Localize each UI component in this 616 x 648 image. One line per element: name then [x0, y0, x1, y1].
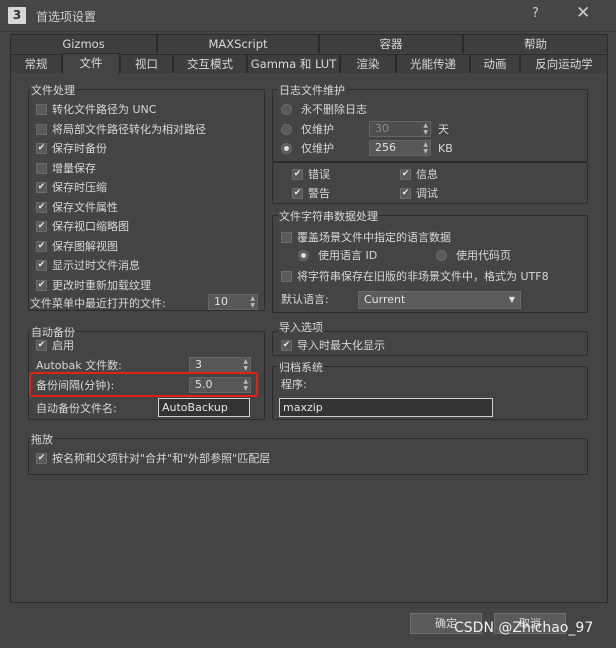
- radio-use-codepage[interactable]: 使用代码页: [436, 247, 511, 263]
- tab-radiosity[interactable]: 光能传递: [396, 54, 470, 73]
- tab-files[interactable]: 文件: [62, 53, 120, 74]
- checkbox-checked-icon[interactable]: ✔: [36, 201, 47, 213]
- option-display-old-file-message[interactable]: ✔ 显示过时文件消息: [36, 257, 140, 273]
- option-save-utf8[interactable]: 将字符串保存在旧版的非场景文件中，格式为 UTF8: [281, 268, 549, 284]
- checkbox-checked-icon[interactable]: ✔: [36, 279, 47, 291]
- checkbox-icon[interactable]: [281, 270, 292, 282]
- option-log-errors[interactable]: ✔ 错误: [292, 166, 330, 182]
- tab-viewports[interactable]: 视口: [120, 54, 173, 73]
- spinner-arrows-icon[interactable]: ▲ ▼: [423, 122, 428, 136]
- checkbox-checked-icon[interactable]: ✔: [36, 240, 47, 252]
- keep-days-spinner[interactable]: 30 ▲ ▼: [369, 121, 431, 137]
- close-button[interactable]: ✕: [576, 3, 590, 23]
- checkbox-icon[interactable]: [281, 231, 292, 243]
- tab-animation[interactable]: 动画: [470, 54, 520, 73]
- option-override-language[interactable]: 覆盖场景文件中指定的语言数据: [281, 229, 451, 245]
- recent-files-spinner[interactable]: 10 ▲ ▼: [208, 294, 258, 310]
- radio-icon[interactable]: [281, 103, 292, 115]
- tab-gizmos[interactable]: Gizmos: [10, 34, 157, 53]
- keep-size-spinner[interactable]: 256 ▲ ▼: [369, 140, 431, 156]
- window-title: 首选项设置: [36, 10, 97, 24]
- checkbox-checked-icon[interactable]: ✔: [400, 168, 411, 180]
- default-language-dropdown[interactable]: Current ▼: [358, 291, 521, 309]
- log-label: 日志文件维护: [278, 82, 346, 98]
- file-handling-label: 文件处理: [30, 82, 76, 98]
- autobackup-filename-input[interactable]: AutoBackup: [158, 398, 250, 417]
- checkbox-checked-icon[interactable]: ✔: [281, 339, 292, 351]
- option-log-info[interactable]: ✔ 信息: [400, 166, 438, 182]
- string-data-label: 文件字符串数据处理: [278, 208, 379, 224]
- spinner-arrows-icon[interactable]: ▲ ▼: [423, 141, 428, 155]
- checkbox-checked-icon[interactable]: ✔: [36, 181, 47, 193]
- radio-keep-size[interactable]: 仅维护: [281, 140, 334, 156]
- radio-icon[interactable]: [436, 249, 447, 261]
- help-button[interactable]: ?: [532, 6, 539, 21]
- checkbox-checked-icon[interactable]: ✔: [36, 452, 47, 464]
- keep-size-unit: KB: [438, 141, 453, 155]
- watermark: CSDN @Zhichao_97: [454, 620, 594, 636]
- checkbox-checked-icon[interactable]: ✔: [292, 187, 303, 199]
- tab-maxscript[interactable]: MAXScript: [157, 34, 319, 53]
- radio-selected-icon[interactable]: [281, 142, 292, 154]
- spinner-arrows-icon[interactable]: ▲ ▼: [250, 295, 255, 309]
- tab-inverse-kinematics[interactable]: 反向运动学: [520, 54, 608, 73]
- radio-icon[interactable]: [281, 123, 292, 135]
- option-log-debug[interactable]: ✔ 调试: [400, 185, 438, 201]
- highlight-box: [29, 372, 258, 397]
- radio-selected-icon[interactable]: [298, 249, 309, 261]
- import-label: 导入选项: [278, 319, 324, 335]
- option-convert-unc[interactable]: 转化文件路径为 UNC: [36, 101, 156, 117]
- tab-container[interactable]: 容器: [319, 34, 463, 53]
- autobackup-filename-label: 自动备份文件名:: [36, 402, 117, 415]
- app-icon: 3: [8, 7, 26, 24]
- option-compress-on-save[interactable]: ✔ 保存时压缩: [36, 179, 107, 195]
- tab-gamma-lut[interactable]: Gamma 和 LUT: [247, 54, 340, 73]
- checkbox-checked-icon[interactable]: ✔: [36, 220, 47, 232]
- default-language-label: 默认语言:: [281, 293, 329, 306]
- radio-keep-days[interactable]: 仅维护: [281, 121, 334, 137]
- option-save-viewport-thumbnail[interactable]: ✔ 保存视口缩略图: [36, 218, 129, 234]
- checkbox-checked-icon[interactable]: ✔: [36, 142, 47, 154]
- checkbox-icon[interactable]: [36, 103, 47, 115]
- checkbox-icon[interactable]: [36, 123, 47, 135]
- tab-help[interactable]: 帮助: [463, 34, 608, 53]
- archive-program-input[interactable]: maxzip: [279, 398, 493, 417]
- option-match-layers[interactable]: ✔ 按名称和父项针对"合并"和"外部参照"匹配层: [36, 450, 270, 466]
- option-backup-on-save[interactable]: ✔ 保存时备份: [36, 140, 107, 156]
- option-save-file-properties[interactable]: ✔ 保存文件属性: [36, 199, 118, 215]
- option-relative-paths[interactable]: 将局部文件路径转化为相对路径: [36, 121, 206, 137]
- tab-general[interactable]: 常规: [10, 54, 62, 73]
- drag-drop-label: 拖放: [30, 431, 54, 447]
- option-enable-autobackup[interactable]: ✔ 启用: [36, 337, 74, 353]
- recent-files-label: 文件菜单中最近打开的文件:: [30, 297, 166, 310]
- option-reload-textures[interactable]: ✔ 更改时重新加载纹理: [36, 277, 151, 293]
- option-increment-save[interactable]: 增量保存: [36, 160, 96, 176]
- option-log-warnings[interactable]: ✔ 警告: [292, 185, 330, 201]
- option-save-schematic-view[interactable]: ✔ 保存图解视图: [36, 238, 118, 254]
- archive-program-label: 程序:: [281, 378, 307, 391]
- checkbox-checked-icon[interactable]: ✔: [36, 259, 47, 271]
- checkbox-checked-icon[interactable]: ✔: [36, 339, 47, 351]
- checkbox-icon[interactable]: [36, 162, 47, 174]
- autobak-count-spinner[interactable]: 3 ▲ ▼: [189, 357, 251, 373]
- checkbox-checked-icon[interactable]: ✔: [292, 168, 303, 180]
- chevron-down-icon: ▼: [508, 295, 515, 304]
- radio-never-delete-logs[interactable]: 永不删除日志: [281, 101, 367, 117]
- checkbox-checked-icon[interactable]: ✔: [400, 187, 411, 199]
- keep-days-unit: 天: [438, 123, 449, 136]
- option-maximize-on-import[interactable]: ✔ 导入时最大化显示: [281, 337, 385, 353]
- radio-use-language-id[interactable]: 使用语言 ID: [298, 247, 377, 263]
- spinner-arrows-icon[interactable]: ▲ ▼: [243, 358, 248, 372]
- autobak-count-label: Autobak 文件数:: [36, 359, 122, 372]
- archive-label: 归档系统: [278, 359, 324, 375]
- tab-interaction-mode[interactable]: 交互模式: [173, 54, 247, 73]
- tab-rendering[interactable]: 渲染: [340, 54, 396, 73]
